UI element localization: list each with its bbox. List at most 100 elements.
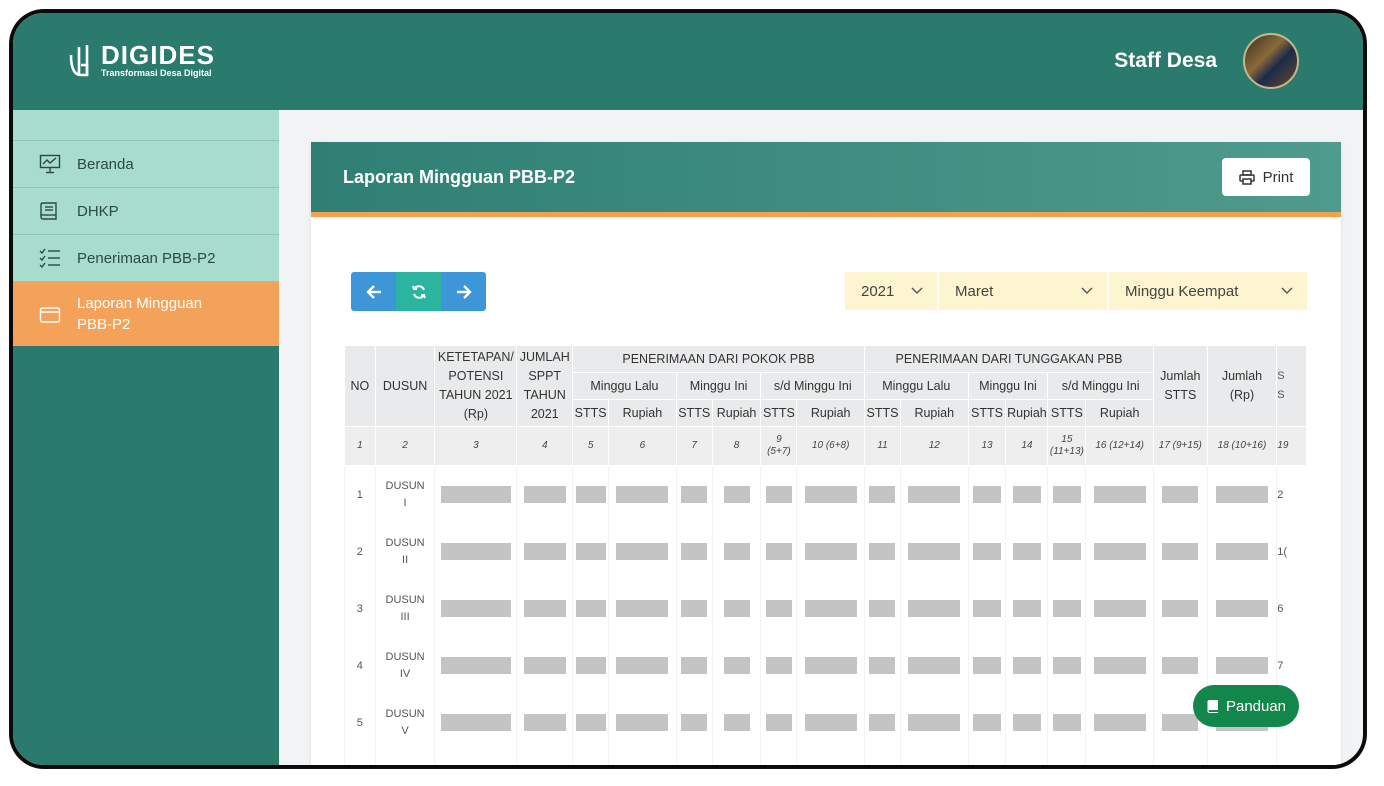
redacted-value bbox=[1093, 600, 1146, 617]
cell-value bbox=[1085, 751, 1154, 765]
book-icon bbox=[1207, 700, 1218, 713]
week-select[interactable]: Minggu Keempat bbox=[1109, 272, 1307, 310]
col-number: 15 (11+13) bbox=[1047, 426, 1087, 466]
year-select[interactable]: 2021 bbox=[845, 272, 937, 310]
refresh-button[interactable] bbox=[396, 272, 441, 311]
header-stts: STTS bbox=[1047, 399, 1087, 427]
report-card: Laporan Mingguan PBB-P2 Print 2021 Maret… bbox=[311, 142, 1341, 765]
redacted-value bbox=[616, 714, 669, 731]
redacted-value bbox=[723, 600, 750, 617]
redacted-value bbox=[973, 486, 1002, 503]
cell-value bbox=[1206, 580, 1277, 637]
col-number: 1 bbox=[344, 426, 376, 466]
cell-value bbox=[572, 465, 609, 523]
cell-value bbox=[864, 637, 901, 694]
previous-button[interactable] bbox=[351, 272, 396, 311]
arrow-right-icon bbox=[456, 284, 472, 299]
cell-value bbox=[899, 465, 969, 523]
header-rupiah: Rupiah bbox=[1005, 399, 1049, 427]
redacted-value bbox=[1052, 600, 1081, 617]
header-tunggakan: PENERIMAAN DARI TUNGGAKAN PBB bbox=[864, 345, 1154, 373]
cell-value bbox=[864, 580, 901, 637]
cell-dusun: DUSUN V bbox=[374, 694, 435, 751]
cell-value bbox=[608, 637, 677, 694]
cell-dusun: DUSUN I bbox=[374, 465, 435, 523]
cell-value bbox=[1005, 694, 1048, 751]
cell-value bbox=[760, 580, 797, 637]
header-rupiah: Rupiah bbox=[608, 399, 677, 427]
avatar[interactable] bbox=[1243, 33, 1299, 89]
next-button[interactable] bbox=[441, 272, 486, 311]
filter-bar: 2021 Maret Minggu Keempat bbox=[843, 272, 1307, 310]
redacted-value bbox=[869, 600, 896, 617]
sidebar-item-dhkp[interactable]: DHKP bbox=[13, 187, 279, 234]
cell-value bbox=[516, 694, 573, 751]
cell-dusun: DUSUN II bbox=[374, 523, 435, 580]
cell-value bbox=[516, 580, 573, 637]
cell-dusun: JUMLAH bbox=[374, 751, 435, 765]
book-icon bbox=[40, 202, 57, 220]
chevron-down-icon bbox=[911, 287, 923, 294]
redacted-value bbox=[440, 486, 511, 503]
header-dusun: DUSUN bbox=[374, 345, 436, 427]
header-ketetapan: KETETAPAN/POTENSI TAHUN 2021 (Rp) bbox=[434, 345, 518, 427]
redacted-value bbox=[681, 657, 708, 674]
user-menu[interactable]: Staff Desa bbox=[1114, 33, 1299, 89]
cell-value bbox=[796, 751, 865, 765]
chevron-down-icon bbox=[1081, 287, 1093, 294]
redacted-value bbox=[1052, 714, 1081, 731]
redacted-value bbox=[804, 714, 857, 731]
col-number: 12 bbox=[899, 426, 969, 466]
col-number: 11 bbox=[864, 426, 901, 466]
table-row: 3 DUSUN III 6 bbox=[344, 580, 1307, 637]
redacted-value bbox=[908, 714, 961, 731]
header-no: NO bbox=[344, 345, 376, 427]
report-table-wrapper[interactable]: NO DUSUN KETETAPAN/POTENSI TAHUN 2021 (Rp)… bbox=[344, 345, 1307, 765]
header-stts: STTS bbox=[864, 399, 901, 427]
redacted-value bbox=[616, 657, 669, 674]
cell-value bbox=[967, 580, 1006, 637]
redacted-value bbox=[575, 486, 606, 503]
cell-value bbox=[711, 694, 761, 751]
cell-value bbox=[967, 465, 1006, 523]
print-button[interactable]: Print bbox=[1222, 158, 1310, 196]
redacted-value bbox=[1012, 543, 1041, 560]
cell-value bbox=[760, 465, 797, 523]
redacted-value bbox=[1012, 714, 1041, 731]
header-jumlah-stts: Jumlah STTS bbox=[1152, 345, 1208, 427]
cell-value bbox=[796, 637, 865, 694]
cell-value bbox=[899, 580, 969, 637]
cell-value bbox=[608, 580, 677, 637]
sidebar-item-laporan-mingguan[interactable]: Laporan Mingguan PBB-P2 bbox=[13, 281, 279, 346]
redacted-value bbox=[523, 600, 566, 617]
panduan-button[interactable]: Panduan bbox=[1193, 685, 1299, 727]
sidebar-item-penerimaan[interactable]: Penerimaan PBB-P2 bbox=[13, 234, 279, 281]
cell-value bbox=[434, 465, 517, 523]
arrow-left-icon bbox=[365, 284, 381, 299]
redacted-value bbox=[1093, 714, 1146, 731]
col-number: 18 (10+16) bbox=[1206, 426, 1278, 466]
month-select[interactable]: Maret bbox=[939, 272, 1107, 310]
redacted-value bbox=[1052, 543, 1081, 560]
redacted-value bbox=[765, 657, 792, 674]
brand-logo[interactable]: DIGIDES Transformasi Desa Digital bbox=[67, 41, 215, 79]
cell-value bbox=[1085, 637, 1154, 694]
cell-value bbox=[967, 751, 1006, 765]
cell-value bbox=[1085, 523, 1154, 580]
redacted-value bbox=[523, 657, 566, 674]
redacted-value bbox=[440, 657, 511, 674]
cell-value bbox=[899, 694, 969, 751]
col-number: 3 bbox=[434, 426, 518, 466]
folder-icon bbox=[39, 307, 61, 323]
redacted-value bbox=[723, 657, 750, 674]
cell-no: 4 bbox=[344, 637, 376, 694]
table-total-row: JUMLAH 2 bbox=[344, 751, 1307, 765]
sidebar-item-beranda[interactable]: Beranda bbox=[13, 140, 279, 187]
page-title: Laporan Mingguan PBB-P2 bbox=[343, 166, 576, 187]
cell-value bbox=[434, 694, 517, 751]
redacted-value bbox=[1215, 486, 1268, 503]
redacted-value bbox=[804, 543, 857, 560]
cell-value bbox=[1005, 523, 1048, 580]
redacted-value bbox=[908, 600, 961, 617]
redacted-value bbox=[575, 600, 606, 617]
